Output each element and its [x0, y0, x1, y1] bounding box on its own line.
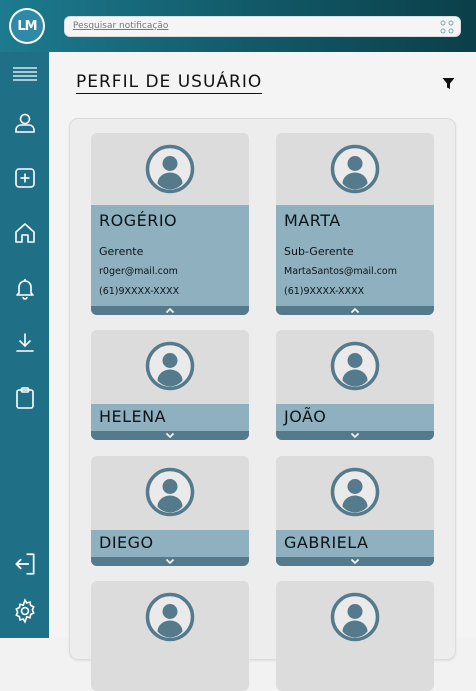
avatar-icon	[330, 592, 380, 642]
download-icon	[16, 333, 34, 352]
avatar-icon	[330, 467, 380, 517]
bell-icon	[16, 279, 34, 300]
sidebar-item-settings[interactable]	[11, 597, 39, 625]
avatar-icon	[145, 467, 195, 517]
clipboard-icon	[16, 387, 34, 409]
chevron-down-icon	[165, 558, 175, 565]
chevron-down-icon	[165, 432, 175, 439]
user-phone: (61)9XXXX-XXXX	[284, 286, 365, 297]
user-card[interactable]: ROGÉRIO Gerente r0ger@mail.com (61)9XXXX…	[91, 133, 249, 315]
user-email: MartaSantos@mail.com	[284, 266, 397, 277]
chevron-up-icon	[165, 307, 175, 314]
collapse-toggle[interactable]	[276, 306, 434, 315]
logo-text: LM	[11, 10, 43, 42]
user-icon	[15, 113, 35, 133]
sidebar-item-logout[interactable]	[11, 550, 39, 578]
user-cards-panel: ROGÉRIO Gerente r0ger@mail.com (61)9XXXX…	[70, 119, 455, 691]
search-bar[interactable]: Pesquisar notificação	[64, 16, 461, 37]
chevron-down-icon	[350, 558, 360, 565]
sidebar-item-add[interactable]	[11, 164, 39, 192]
sidebar-item-home[interactable]	[11, 219, 39, 247]
expand-toggle[interactable]	[91, 431, 249, 440]
user-card[interactable]: DIEGO	[91, 456, 249, 566]
avatar-icon	[145, 144, 195, 194]
page-title: PERFIL DE USUÁRIO	[76, 72, 263, 94]
user-card[interactable]: MARTA Sub-Gerente MartaSantos@mail.com (…	[276, 133, 434, 315]
user-card[interactable]: HELENA	[91, 330, 249, 440]
search-input[interactable]: Pesquisar notificação	[73, 21, 168, 31]
user-phone: (61)9XXXX-XXXX	[99, 286, 180, 297]
expand-toggle[interactable]	[276, 431, 434, 440]
sidebar-item-menu[interactable]	[11, 60, 39, 88]
user-name: MARTA	[284, 211, 341, 230]
sidebar-item-clipboard[interactable]	[11, 384, 39, 412]
top-bar: LM Pesquisar notificação	[0, 0, 476, 52]
avatar-icon	[145, 592, 195, 642]
sidebar-item-profile[interactable]	[11, 109, 39, 137]
expand-toggle[interactable]	[276, 557, 434, 566]
hamburger-icon	[13, 67, 37, 81]
user-name: HELENA	[99, 407, 167, 426]
sidebar-item-notifications[interactable]	[11, 274, 39, 302]
user-card-details: MARTA Sub-Gerente MartaSantos@mail.com (…	[276, 205, 434, 315]
user-card[interactable]: GABRIELA	[276, 456, 434, 566]
plus-square-icon	[15, 168, 35, 188]
home-icon	[15, 223, 35, 243]
user-card-details: GABRIELA	[276, 530, 434, 566]
chevron-up-icon	[350, 307, 360, 314]
user-email: r0ger@mail.com	[99, 266, 178, 277]
sidebar	[0, 52, 49, 638]
chevron-down-icon	[350, 432, 360, 439]
expand-toggle[interactable]	[91, 557, 249, 566]
app-logo[interactable]: LM	[9, 8, 45, 44]
grid-dots-icon[interactable]	[440, 20, 454, 34]
user-role: Gerente	[99, 245, 144, 258]
user-card[interactable]	[276, 581, 434, 691]
user-card-details: DIEGO	[91, 530, 249, 566]
avatar-icon	[330, 341, 380, 391]
user-name: ROGÉRIO	[99, 211, 178, 230]
user-card-details: JOÃO	[276, 404, 434, 440]
user-card[interactable]	[91, 581, 249, 691]
user-name: GABRIELA	[284, 533, 369, 552]
user-name: JOÃO	[284, 407, 327, 426]
filter-icon[interactable]	[442, 77, 455, 90]
user-card[interactable]: JOÃO	[276, 330, 434, 440]
user-card-details: HELENA	[91, 404, 249, 440]
user-role: Sub-Gerente	[284, 245, 354, 258]
sidebar-item-download[interactable]	[11, 329, 39, 357]
avatar-icon	[330, 144, 380, 194]
logout-icon	[15, 553, 35, 575]
gear-icon	[15, 598, 35, 624]
user-name: DIEGO	[99, 533, 154, 552]
avatar-icon	[145, 341, 195, 391]
user-card-details: ROGÉRIO Gerente r0ger@mail.com (61)9XXXX…	[91, 205, 249, 315]
collapse-toggle[interactable]	[91, 306, 249, 315]
